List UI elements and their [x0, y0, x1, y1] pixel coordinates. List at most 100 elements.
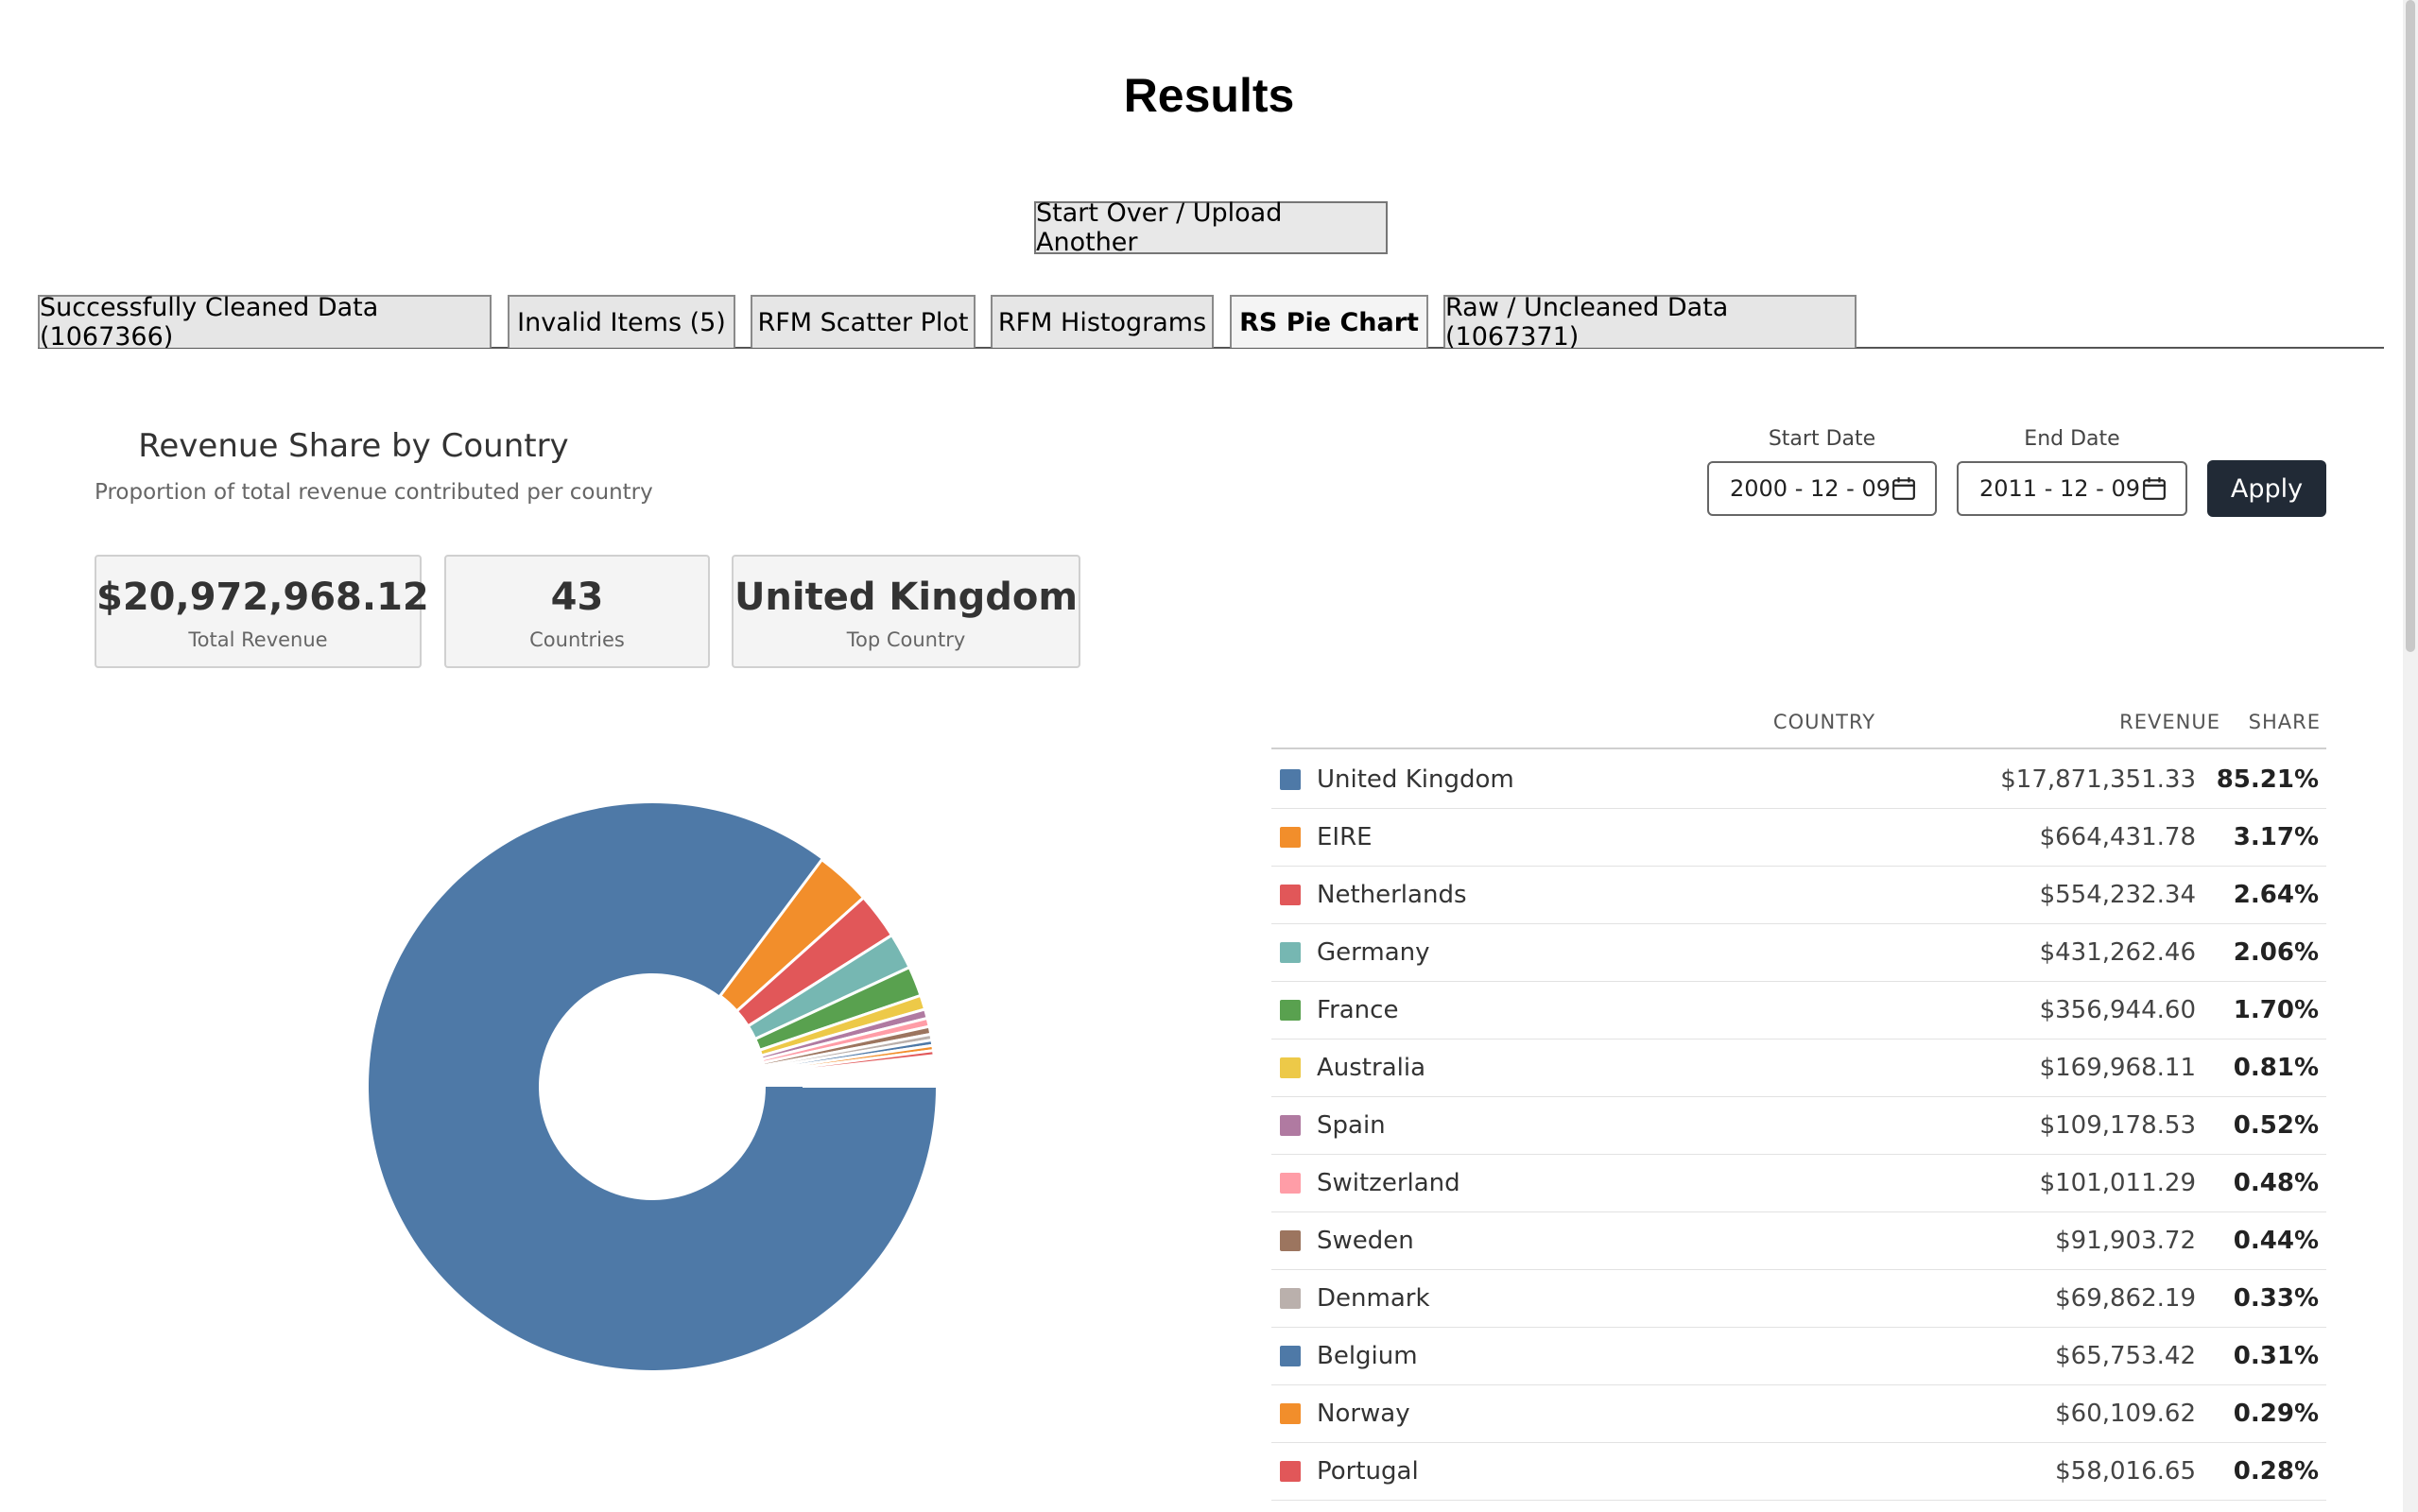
- table-row: Australia $169,968.11 0.81%: [1271, 1040, 2326, 1097]
- start-date-value: 2000 - 12 - 09: [1730, 475, 1891, 502]
- column-header-country: COUNTRY: [1772, 711, 1876, 733]
- country-share: 2.64%: [2233, 881, 2319, 909]
- country-revenue: $431,262.46: [2039, 938, 2196, 967]
- country-revenue: $17,871,351.33: [2000, 765, 2196, 794]
- tab-cleaned-data[interactable]: Successfully Cleaned Data (1067366): [38, 293, 492, 352]
- stat-card-total-revenue: $20,972,968.12 Total Revenue: [95, 555, 429, 668]
- country-revenue: $58,016.65: [2055, 1457, 2196, 1486]
- stat-label: Total Revenue: [188, 628, 328, 651]
- country-revenue: $65,753.42: [2055, 1342, 2196, 1370]
- country-share: 0.52%: [2233, 1111, 2319, 1140]
- legend-swatch: [1280, 1057, 1301, 1078]
- country-share: 0.29%: [2233, 1400, 2319, 1428]
- legend-swatch: [1280, 942, 1301, 963]
- table-row: Belgium $65,753.42 0.31%: [1271, 1328, 2326, 1385]
- stat-label: Countries: [529, 628, 625, 651]
- calendar-icon[interactable]: [2142, 476, 2167, 501]
- country-name: Spain: [1317, 1111, 1386, 1140]
- country-share: 3.17%: [2233, 823, 2319, 851]
- stat-value: 43: [550, 576, 604, 619]
- panel-title: Revenue Share by Country: [138, 427, 569, 465]
- country-revenue: $169,968.11: [2039, 1054, 2196, 1082]
- table-row: Sweden $91,903.72 0.44%: [1271, 1212, 2326, 1270]
- table-row: Denmark $69,862.19 0.33%: [1271, 1270, 2326, 1328]
- panel-subtitle: Proportion of total revenue contributed …: [95, 480, 653, 505]
- legend-swatch: [1280, 1115, 1301, 1136]
- legend-swatch: [1280, 827, 1301, 848]
- column-header-revenue: REVENUE: [2119, 711, 2220, 733]
- country-share: 2.06%: [2233, 938, 2319, 967]
- table-row: United Kingdom $17,871,351.33 85.21%: [1271, 751, 2326, 809]
- stat-value: $20,972,968.12: [96, 576, 429, 619]
- stat-card-countries: 43 Countries: [444, 555, 710, 668]
- legend-swatch: [1280, 1346, 1301, 1366]
- calendar-icon[interactable]: [1891, 476, 1916, 501]
- country-name: Norway: [1317, 1400, 1410, 1428]
- country-share: 0.81%: [2233, 1054, 2319, 1082]
- revenue-pie-chart: [369, 803, 938, 1370]
- legend-swatch: [1280, 769, 1301, 790]
- country-name: Germany: [1317, 938, 1430, 967]
- country-share: 0.33%: [2233, 1284, 2319, 1313]
- page: Results Start Over / Upload Another Succ…: [0, 0, 2418, 1512]
- end-date-label: End Date: [2024, 427, 2120, 451]
- stat-label: Top Country: [846, 628, 966, 651]
- country-name: EIRE: [1317, 823, 1373, 851]
- stat-value: United Kingdom: [734, 576, 1079, 619]
- country-name: United Kingdom: [1317, 765, 1514, 794]
- country-share: 0.28%: [2233, 1457, 2319, 1486]
- legend-swatch: [1280, 885, 1301, 905]
- column-header-share: SHARE: [2248, 711, 2321, 733]
- country-share: 85.21%: [2216, 765, 2319, 794]
- start-date-label: Start Date: [1768, 427, 1876, 451]
- start-date-input[interactable]: 2000 - 12 - 09: [1707, 461, 1937, 516]
- country-revenue: $60,109.62: [2055, 1400, 2196, 1428]
- country-name: Belgium: [1317, 1342, 1418, 1370]
- tab-invalid-items[interactable]: Invalid Items (5): [508, 295, 735, 348]
- country-share: 0.31%: [2233, 1342, 2319, 1370]
- country-share: 0.48%: [2233, 1169, 2319, 1197]
- header-divider: [1271, 747, 2326, 749]
- tab-rfm-scatter-plot[interactable]: RFM Scatter Plot: [751, 295, 976, 348]
- table-row: Switzerland $101,011.29 0.48%: [1271, 1155, 2326, 1212]
- start-over-button[interactable]: Start Over / Upload Another: [1034, 198, 1388, 257]
- table-row: France $356,944.60 1.70%: [1271, 982, 2326, 1040]
- country-revenue: $356,944.60: [2039, 996, 2196, 1024]
- legend-swatch: [1280, 1461, 1301, 1482]
- table-row: EIRE $664,431.78 3.17%: [1271, 809, 2326, 867]
- tab-raw-data[interactable]: Raw / Uncleaned Data (1067371): [1443, 293, 1857, 352]
- page-scrollbar[interactable]: [2403, 0, 2418, 1512]
- end-date-input[interactable]: 2011 - 12 - 09: [1957, 461, 2187, 516]
- legend-swatch: [1280, 1403, 1301, 1424]
- country-name: Sweden: [1317, 1227, 1414, 1255]
- table-row: Spain $109,178.53 0.52%: [1271, 1097, 2326, 1155]
- country-share: 1.70%: [2233, 996, 2319, 1024]
- end-date-value: 2011 - 12 - 09: [1979, 475, 2140, 502]
- table-row: Germany $431,262.46 2.06%: [1271, 924, 2326, 982]
- legend-swatch: [1280, 1230, 1301, 1251]
- country-revenue: $109,178.53: [2039, 1111, 2196, 1140]
- country-revenue: $664,431.78: [2039, 823, 2196, 851]
- country-name: Australia: [1317, 1054, 1426, 1082]
- legend-swatch: [1280, 1000, 1301, 1021]
- country-revenue: $101,011.29: [2039, 1169, 2196, 1197]
- country-revenue: $69,862.19: [2055, 1284, 2196, 1313]
- scrollbar-thumb[interactable]: [2406, 0, 2415, 652]
- country-name: Denmark: [1317, 1284, 1430, 1313]
- apply-button[interactable]: Apply: [2207, 460, 2326, 517]
- table-row: Norway $60,109.62 0.29%: [1271, 1385, 2326, 1443]
- table-row: Portugal $58,016.65 0.28%: [1271, 1443, 2326, 1501]
- tab-rfm-histograms[interactable]: RFM Histograms: [991, 295, 1214, 348]
- table-row: Netherlands $554,232.34 2.64%: [1271, 867, 2326, 924]
- country-name: Netherlands: [1317, 881, 1467, 909]
- country-name: France: [1317, 996, 1399, 1024]
- country-name: Switzerland: [1317, 1169, 1460, 1197]
- pie-slice-other: [802, 1084, 938, 1088]
- page-title: Results: [1123, 69, 1295, 122]
- country-share: 0.44%: [2233, 1227, 2319, 1255]
- tab-rs-pie-chart[interactable]: RS Pie Chart: [1230, 295, 1428, 348]
- legend-swatch: [1280, 1288, 1301, 1309]
- country-name: Portugal: [1317, 1457, 1419, 1486]
- legend-swatch: [1280, 1173, 1301, 1194]
- stat-card-top-country: United Kingdom Top Country: [732, 555, 1080, 668]
